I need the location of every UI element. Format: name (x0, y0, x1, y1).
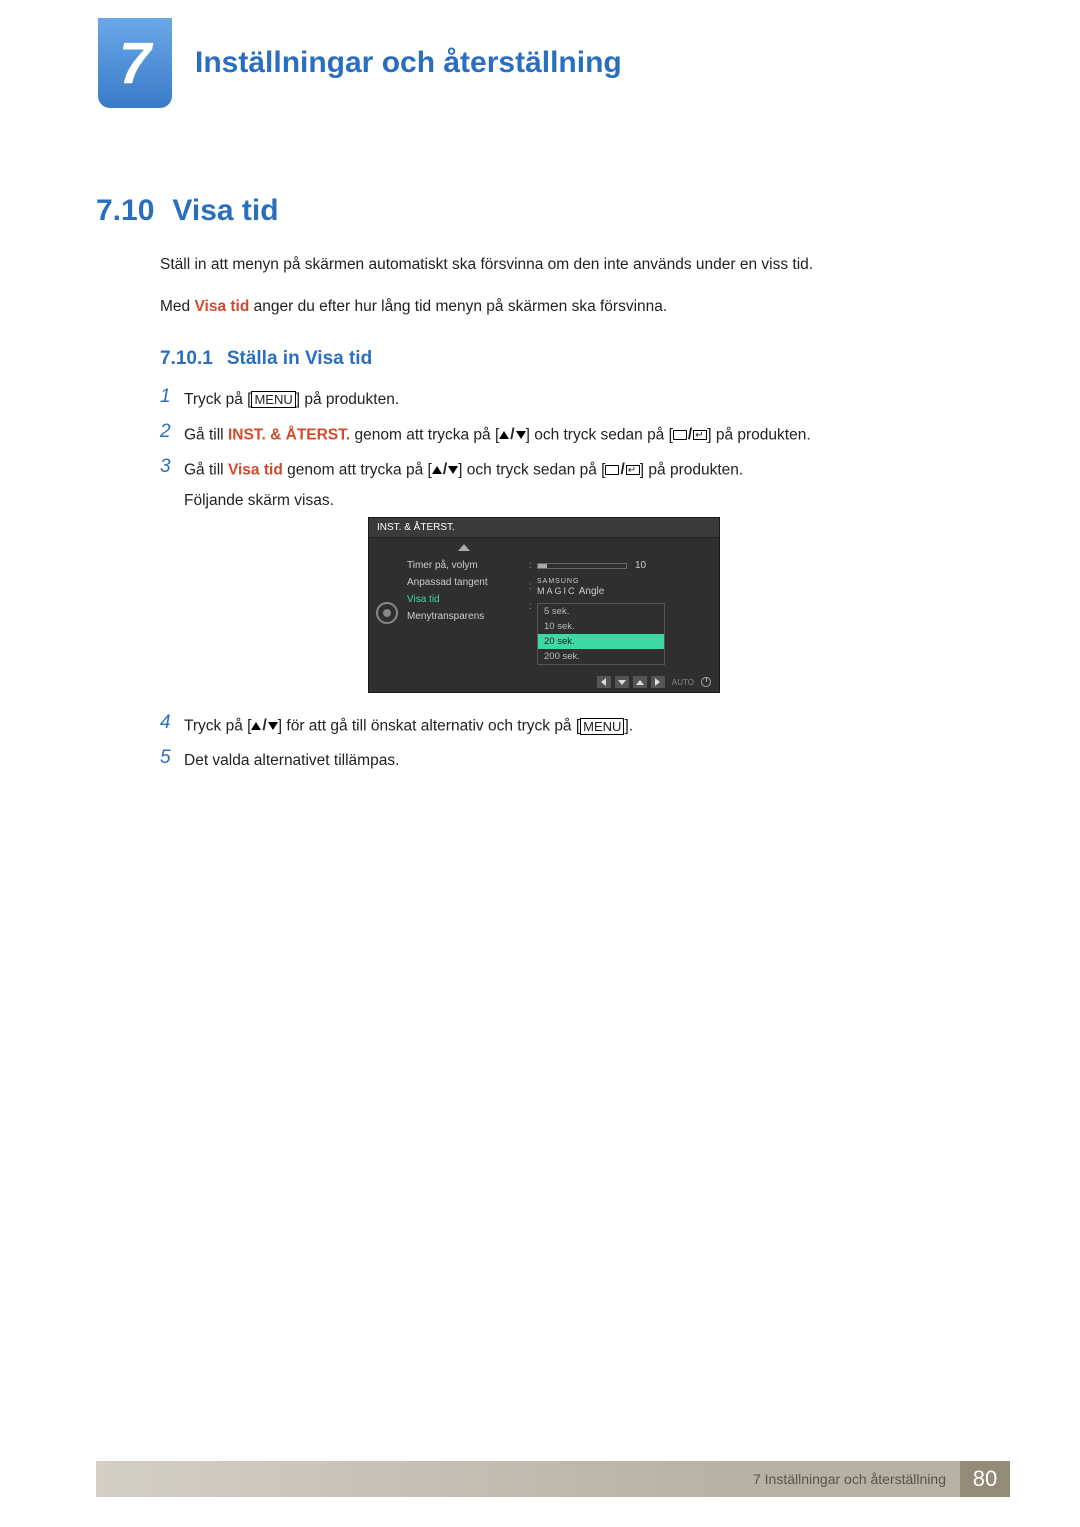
step-2-num: 2 (160, 421, 184, 443)
auto-label: AUTO (669, 678, 697, 687)
page-footer: 7 Inställningar och återställning 80 (96, 1461, 1010, 1497)
osd-left-icon-column (373, 544, 401, 667)
section-heading: 7.10 Visa tid (96, 194, 279, 228)
osd-option-10: 10 sek. (538, 619, 664, 634)
step-2: 2 Gå till INST. & ÅTERST. genom att tryc… (160, 421, 960, 448)
step-4-num: 4 (160, 712, 184, 734)
step-5-num: 5 (160, 747, 184, 769)
step-1-num: 1 (160, 386, 184, 408)
step-list-bottom: 4 Tryck på [/] för att gå till önskat al… (160, 712, 960, 782)
step-3-highlight: Visa tid (228, 462, 283, 479)
osd-dropdown: 5 sek. 10 sek. 20 sek. 200 sek. (537, 603, 665, 665)
power-icon (701, 677, 711, 687)
up-down-arrows-icon: / (251, 714, 277, 739)
osd-footer-controls: AUTO (597, 676, 711, 688)
up-down-arrows-icon: / (499, 423, 525, 448)
settings-icon (376, 602, 398, 624)
paragraph-1: Ställ in att menyn på skärmen automatisk… (160, 253, 960, 276)
footer-gradient (96, 1461, 739, 1497)
osd-item-custom: Anpassad tangent (407, 574, 521, 591)
osd-item-timer: Timer på, volym (407, 557, 521, 574)
step-1-text: Tryck på [MENU] på produkten. (184, 386, 399, 413)
osd-menu-list: Timer på, volym Anpassad tangent Visa ti… (401, 544, 521, 667)
menu-button-label: MENU (580, 718, 624, 735)
source-enter-icon: / (605, 458, 639, 483)
scroll-up-icon (458, 544, 470, 551)
subsection-title: Ställa in Visa tid (227, 348, 372, 369)
nav-left-icon (597, 676, 611, 688)
step-3-num: 3 (160, 456, 184, 478)
menu-button-label: MENU (251, 391, 295, 408)
osd-option-200: 200 sek. (538, 649, 664, 664)
paragraph-2: Med Visa tid anger du efter hur lång tid… (160, 295, 960, 318)
nav-up-icon (633, 676, 647, 688)
source-enter-icon: / (673, 423, 707, 448)
chapter-number-tab: 7 (98, 18, 172, 108)
p2-highlight: Visa tid (194, 298, 249, 315)
chapter-title: Inställningar och återställning (195, 46, 622, 80)
step-5: 5 Det valda alternativet tillämpas. (160, 747, 960, 774)
osd-option-20: 20 sek. (538, 634, 664, 649)
osd-item-visa-tid: Visa tid (407, 591, 521, 608)
volume-bar (537, 563, 627, 569)
osd-item-transparency: Menytransparens (407, 608, 521, 625)
nav-down-icon (615, 676, 629, 688)
footer-chapter-label: 7 Inställningar och återställning (739, 1461, 960, 1497)
step-2-text: Gå till INST. & ÅTERST. genom att trycka… (184, 421, 811, 448)
up-down-arrows-icon: / (432, 458, 458, 483)
p2-pre: Med (160, 298, 194, 315)
step-5-text: Det valda alternativet tillämpas. (184, 747, 399, 774)
osd-values-column: :10 : SAMSUNG MAGIC Angle : 5 sek. 10 se… (521, 544, 715, 667)
osd-custom-value: : SAMSUNG MAGIC Angle (529, 573, 715, 599)
subsection-heading: 7.10.1 Ställa in Visa tid (160, 348, 372, 370)
section-title: Visa tid (172, 194, 278, 227)
osd-screenshot: INST. & ÅTERST. Timer på, volym Anpassad… (368, 517, 720, 693)
step-2-highlight: INST. & ÅTERST. (228, 426, 350, 443)
osd-option-5: 5 sek. (538, 604, 664, 619)
osd-header: INST. & ÅTERST. (369, 518, 719, 538)
step-1: 1 Tryck på [MENU] på produkten. (160, 386, 960, 413)
osd-visa-dropdown-row: : 5 sek. 10 sek. 20 sek. 200 sek. (529, 599, 715, 667)
p2-post: anger du efter hur lång tid menyn på skä… (249, 298, 667, 315)
step-3-text: Gå till Visa tid genom att trycka på [/]… (184, 456, 743, 514)
page-number: 80 (960, 1461, 1010, 1497)
subsection-number: 7.10.1 (160, 348, 213, 369)
step-3-extra: Följande skärm visas. (184, 489, 743, 514)
step-4-text: Tryck på [/] för att gå till önskat alte… (184, 712, 633, 739)
step-list-top: 1 Tryck på [MENU] på produkten. 2 Gå til… (160, 386, 960, 522)
section-number: 7.10 (96, 194, 154, 227)
step-4: 4 Tryck på [/] för att gå till önskat al… (160, 712, 960, 739)
step-3: 3 Gå till Visa tid genom att trycka på [… (160, 456, 960, 514)
nav-right-icon (651, 676, 665, 688)
osd-timer-value: :10 (529, 558, 715, 573)
